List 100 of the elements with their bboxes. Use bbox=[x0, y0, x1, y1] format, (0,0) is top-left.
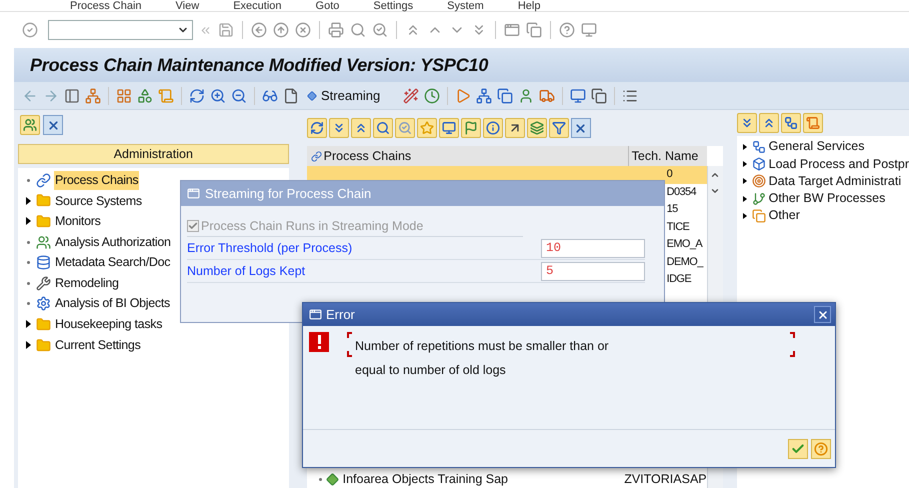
tree-item[interactable]: Other BW Processes bbox=[768, 189, 886, 208]
monitor-button[interactable] bbox=[438, 118, 459, 138]
copy-icon[interactable] bbox=[526, 22, 542, 38]
save-icon[interactable] bbox=[218, 22, 234, 38]
cancel-icon[interactable] bbox=[295, 22, 311, 38]
expand-arrow-icon[interactable] bbox=[26, 217, 30, 226]
tree-item[interactable]: Metadata Search/Doc bbox=[54, 253, 172, 272]
shapes-icon[interactable] bbox=[137, 88, 153, 104]
tree-item[interactable]: Source Systems bbox=[54, 192, 143, 210]
clock-icon[interactable] bbox=[424, 88, 440, 104]
menu-item[interactable]: Process Chain bbox=[70, 0, 142, 12]
layers-button[interactable] bbox=[526, 118, 547, 138]
expand-arrow-icon[interactable] bbox=[742, 196, 747, 202]
checkbox-label: Process Chain Runs in Streaming Mode bbox=[201, 218, 424, 235]
input-field[interactable]: 10 bbox=[541, 238, 645, 258]
monitor-icon[interactable] bbox=[570, 88, 586, 104]
up-icon[interactable] bbox=[273, 22, 289, 38]
help-icon[interactable] bbox=[559, 22, 575, 38]
collapse-all-button[interactable] bbox=[758, 113, 779, 133]
input-field[interactable]: 5 bbox=[541, 262, 645, 280]
workflow-button[interactable] bbox=[780, 113, 801, 133]
copy-icon[interactable] bbox=[591, 88, 608, 104]
menu-item[interactable]: Goto bbox=[316, 0, 340, 12]
panel-icon[interactable] bbox=[64, 88, 80, 104]
scroll-down-icon[interactable] bbox=[710, 186, 720, 196]
users-button[interactable] bbox=[20, 115, 40, 135]
network-icon[interactable] bbox=[476, 88, 492, 104]
column-header[interactable]: Tech. Name bbox=[628, 146, 707, 166]
expand-arrow-icon[interactable] bbox=[742, 212, 747, 219]
close-button[interactable] bbox=[814, 306, 831, 323]
dialog-icon bbox=[187, 187, 200, 200]
close-button[interactable] bbox=[43, 115, 63, 135]
expand-arrow-icon[interactable] bbox=[26, 320, 30, 328]
document-icon[interactable] bbox=[283, 88, 299, 104]
glasses-icon[interactable] bbox=[262, 88, 278, 104]
expand-arrow-icon[interactable] bbox=[742, 178, 747, 184]
zoom-out-icon[interactable] bbox=[231, 88, 247, 104]
refresh-icon[interactable] bbox=[189, 88, 205, 104]
user-icon[interactable] bbox=[518, 88, 534, 104]
bullet-icon bbox=[26, 261, 30, 264]
collapse-all-button[interactable] bbox=[350, 118, 371, 138]
tree-item[interactable]: Data Target Administrati bbox=[768, 172, 902, 191]
zoom-in-icon[interactable] bbox=[210, 88, 226, 104]
tree-item[interactable]: Housekeeping tasks bbox=[54, 315, 164, 334]
refresh-button[interactable] bbox=[306, 118, 327, 138]
node-icon bbox=[752, 156, 766, 171]
tree-item[interactable]: Current Settings bbox=[54, 336, 142, 354]
tree-item[interactable]: Process Chains bbox=[54, 170, 140, 190]
back-icon[interactable] bbox=[251, 22, 267, 38]
menu-item[interactable]: Settings bbox=[373, 0, 414, 12]
table-row[interactable]: Infoarea Objects Training Sap ZVITORIASAP bbox=[306, 470, 707, 488]
tree-item[interactable]: Other bbox=[768, 206, 800, 226]
menu-item[interactable]: Execution bbox=[233, 0, 282, 12]
confirm-button[interactable] bbox=[788, 438, 808, 458]
hierarchy-icon[interactable] bbox=[85, 88, 101, 104]
column-header[interactable]: Process Chains bbox=[306, 146, 629, 166]
expand-arrow-icon[interactable] bbox=[742, 144, 747, 150]
expand-arrow-icon[interactable] bbox=[26, 196, 30, 205]
list-icon[interactable] bbox=[622, 88, 638, 104]
close-button[interactable] bbox=[570, 118, 591, 138]
field-label: Number of Logs Kept bbox=[187, 262, 306, 280]
menu-item[interactable]: View bbox=[176, 0, 200, 12]
window-icon[interactable] bbox=[504, 22, 520, 38]
table-cell-text: IDGE bbox=[666, 272, 692, 287]
check-icon[interactable] bbox=[22, 22, 38, 38]
help-button[interactable] bbox=[811, 438, 831, 458]
truck-icon[interactable] bbox=[539, 88, 556, 104]
search-next-button[interactable] bbox=[394, 118, 415, 138]
scroll-up-icon[interactable] bbox=[710, 170, 720, 180]
menu-item[interactable]: System bbox=[447, 0, 484, 12]
search-icon[interactable] bbox=[350, 22, 366, 38]
star-button[interactable] bbox=[416, 118, 437, 138]
grid-icon[interactable] bbox=[116, 88, 132, 104]
expand-all-button[interactable] bbox=[736, 113, 757, 133]
filter-button[interactable] bbox=[548, 118, 569, 138]
info-button[interactable] bbox=[482, 118, 503, 138]
expand-arrow-icon[interactable] bbox=[26, 341, 30, 350]
tree-item[interactable]: Analysis of BI Objects bbox=[54, 294, 171, 314]
copy-icon[interactable] bbox=[497, 88, 514, 104]
search-next-icon[interactable] bbox=[372, 22, 388, 38]
tree-item[interactable]: Analysis Authorization bbox=[54, 232, 172, 252]
tree-item[interactable]: Monitors bbox=[54, 212, 102, 231]
tree-item[interactable]: General Services bbox=[768, 137, 864, 156]
arrow-button[interactable] bbox=[504, 118, 525, 138]
command-field[interactable] bbox=[48, 20, 193, 40]
play-icon[interactable] bbox=[455, 88, 472, 104]
streaming-button[interactable]: Streaming bbox=[304, 86, 384, 106]
search-button[interactable] bbox=[372, 118, 393, 138]
flag-button[interactable] bbox=[460, 118, 481, 138]
monitor-icon[interactable] bbox=[581, 22, 597, 38]
wand-icon[interactable] bbox=[403, 88, 420, 104]
tree-item[interactable]: Remodeling bbox=[54, 274, 120, 293]
scroll-button[interactable] bbox=[802, 113, 823, 133]
expand-arrow-icon[interactable] bbox=[742, 160, 747, 167]
expand-all-button[interactable] bbox=[328, 118, 349, 138]
tree-item[interactable]: Load Process and Postpr bbox=[768, 154, 909, 174]
print-icon[interactable] bbox=[328, 22, 344, 38]
diamond-icon bbox=[326, 472, 339, 486]
menu-item[interactable]: Help bbox=[518, 0, 540, 12]
node-icon bbox=[752, 140, 766, 154]
